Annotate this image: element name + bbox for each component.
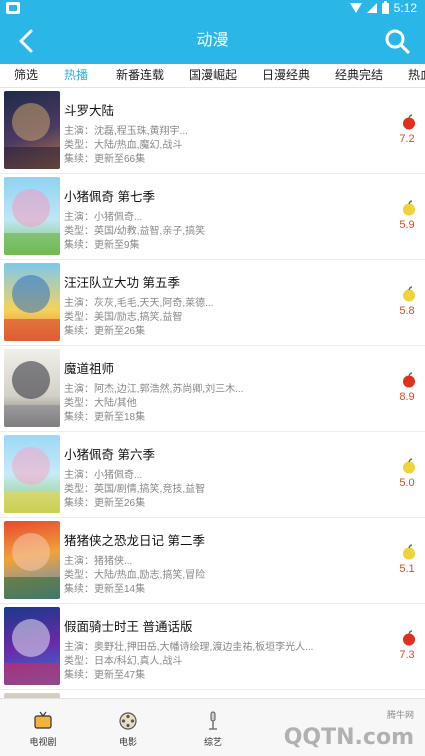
poster-image xyxy=(4,177,60,255)
notification-icon xyxy=(6,2,20,14)
green-apple-icon xyxy=(403,286,415,302)
status-time: 5:12 xyxy=(393,1,417,15)
nav-label: 电视剧 xyxy=(29,737,57,747)
tab-filter[interactable]: 筛选 xyxy=(14,64,38,87)
red-apple-icon xyxy=(403,114,415,130)
category-tabs: 筛选 热播 新番连载 国漫崛起 日漫经典 经典完结 热血 xyxy=(0,64,425,88)
nav-movies[interactable]: 电影 xyxy=(88,699,168,756)
green-apple-icon xyxy=(403,544,415,560)
item-title: 假面骑士时王 普通话版 xyxy=(64,620,193,634)
app-bar: 动漫 xyxy=(0,18,425,64)
rating-score: 5.9 xyxy=(399,219,415,231)
rating-score: 8.9 xyxy=(399,391,415,403)
rating-score: 7.2 xyxy=(399,133,415,145)
item-episodes: 集续：更新至47集 xyxy=(64,670,146,681)
item-genre: 类型：美国/励志,搞笑,益智 xyxy=(64,312,183,323)
poster-image xyxy=(4,349,60,427)
list-item[interactable]: 小猪佩奇 第六季 主演：小猪佩奇... 类型：英国/剧情,搞笑,竞技,益智 集续… xyxy=(0,432,425,518)
item-cast: 主演：猪猪侠... xyxy=(64,556,133,567)
poster-image xyxy=(4,263,60,341)
nav-variety[interactable]: 综艺 xyxy=(173,699,253,756)
red-apple-icon xyxy=(403,630,415,646)
item-episodes: 集续：更新至18集 xyxy=(64,412,146,423)
red-apple-icon xyxy=(403,372,415,388)
green-apple-icon xyxy=(403,458,415,474)
wifi-icon xyxy=(349,3,362,13)
item-genre: 类型：英国/剧情,搞笑,竞技,益智 xyxy=(64,484,206,495)
item-episodes: 集续：更新至66集 xyxy=(64,154,146,165)
poster-image xyxy=(4,435,60,513)
battery-icon xyxy=(381,0,389,14)
nav-tv-series[interactable]: 电视剧 xyxy=(3,699,83,756)
item-genre: 类型：大陆/热血,魔幻,战斗 xyxy=(64,140,183,151)
item-title: 猪猪侠之恐龙日记 第二季 xyxy=(64,534,205,548)
rating-score: 7.3 xyxy=(399,649,415,661)
list-item[interactable]: 斗罗大陆 主演：沈磊,程玉珠,黄翔宇... 类型：大陆/热血,魔幻,战斗 集续：… xyxy=(0,88,425,174)
rating-score: 5.0 xyxy=(399,477,415,489)
item-cast: 主演：灰灰,毛毛,天天,阿奇,莱德... xyxy=(64,298,214,309)
anime-list: 斗罗大陆 主演：沈磊,程玉珠,黄翔宇... 类型：大陆/热血,魔幻,战斗 集续：… xyxy=(0,88,425,698)
list-item[interactable]: 魔道祖师 主演：阿杰,边江,郭浩然,苏尚卿,刘三木... 类型：大陆/其他 集续… xyxy=(0,346,425,432)
item-cast: 主演：小猪佩奇... xyxy=(64,212,143,223)
item-episodes: 集续：更新至9集 xyxy=(64,240,140,251)
film-reel-icon xyxy=(119,712,137,730)
list-item-partial[interactable] xyxy=(0,690,425,698)
list-item[interactable]: 小猪佩奇 第七季 主演：小猪佩奇... 类型：英国/幼教,益智,亲子,搞笑 集续… xyxy=(0,174,425,260)
item-title: 小猪佩奇 第六季 xyxy=(64,448,155,462)
nav-label: 综艺 xyxy=(203,737,222,747)
item-cast: 主演：沈磊,程玉珠,黄翔宇... xyxy=(64,126,188,137)
green-apple-icon xyxy=(403,200,415,216)
rating-score: 5.8 xyxy=(399,305,415,317)
watermark-text: QQTN.com xyxy=(283,725,414,750)
item-cast: 主演：小猪佩奇... xyxy=(64,470,143,481)
item-cast: 主演：阿杰,边江,郭浩然,苏尚卿,刘三木... xyxy=(64,384,244,395)
list-item[interactable]: 汪汪队立大功 第五季 主演：灰灰,毛毛,天天,阿奇,莱德... 类型：美国/励志… xyxy=(0,260,425,346)
signal-icon xyxy=(366,3,377,13)
list-item[interactable]: 猪猪侠之恐龙日记 第二季 主演：猪猪侠... 类型：大陆/热血,励志,搞笑,冒险… xyxy=(0,518,425,604)
rating-score: 5.1 xyxy=(399,563,415,575)
tab-hot-blood[interactable]: 热血 xyxy=(408,64,425,87)
tab-hot[interactable]: 热播 xyxy=(64,64,88,87)
tv-icon xyxy=(34,711,52,729)
status-bar: 5:12 xyxy=(0,0,425,18)
item-title: 斗罗大陆 xyxy=(64,104,115,118)
search-icon xyxy=(385,29,410,54)
poster-image xyxy=(4,91,60,169)
item-genre: 类型：英国/幼教,益智,亲子,搞笑 xyxy=(64,226,206,237)
item-episodes: 集续：更新至26集 xyxy=(64,326,146,337)
poster-image xyxy=(4,607,60,685)
item-title: 小猪佩奇 第七季 xyxy=(64,190,155,204)
tab-japanese-classic[interactable]: 日漫经典 xyxy=(262,64,310,87)
nav-label: 电影 xyxy=(118,737,137,747)
item-title: 魔道祖师 xyxy=(64,362,115,376)
page-title: 动漫 xyxy=(196,32,229,49)
item-title: 汪汪队立大功 第五季 xyxy=(64,276,180,290)
watermark: 腾牛网 QQTN.com xyxy=(258,708,420,752)
item-genre: 类型：日本/科幻,真人,战斗 xyxy=(64,656,183,667)
watermark-sub: 腾牛网 xyxy=(386,710,414,720)
poster-image xyxy=(4,521,60,599)
item-episodes: 集续：更新至26集 xyxy=(64,498,146,509)
tab-chinese-anime[interactable]: 国漫崛起 xyxy=(189,64,237,87)
tab-new-series[interactable]: 新番连载 xyxy=(116,64,164,87)
tab-classic-finished[interactable]: 经典完结 xyxy=(335,64,383,87)
item-genre: 类型：大陆/热血,励志,搞笑,冒险 xyxy=(64,570,206,581)
list-item[interactable]: 假面骑士时王 普通话版 主演：奥野壮,押田岳,大幡诗绘理,渡边圭祐,板垣李光人.… xyxy=(0,604,425,690)
item-genre: 类型：大陆/其他 xyxy=(64,398,137,409)
item-cast: 主演：奥野壮,押田岳,大幡诗绘理,渡边圭祐,板垣李光人... xyxy=(64,642,314,653)
status-indicators: 5:12 xyxy=(349,0,417,15)
item-episodes: 集续：更新至14集 xyxy=(64,584,146,595)
microphone-icon xyxy=(209,711,217,730)
search-button[interactable] xyxy=(377,18,417,64)
